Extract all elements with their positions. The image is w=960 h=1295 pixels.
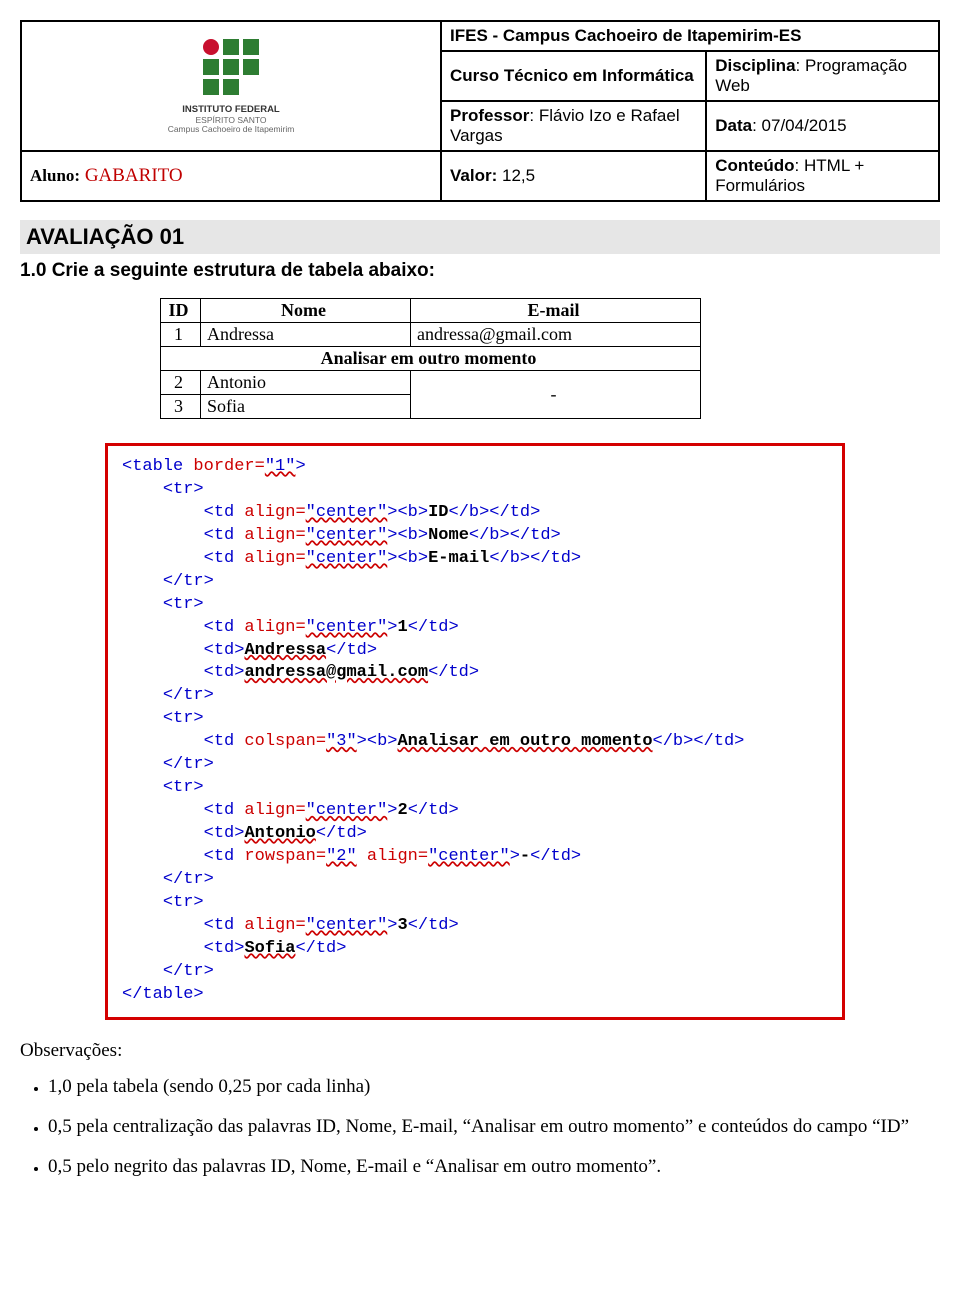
- ifes-logo-icon: [201, 37, 261, 97]
- sample-table: ID Nome E-mail 1 Andressa andressa@gmail…: [160, 298, 701, 419]
- discipline-cell: Disciplina: Programação Web: [706, 51, 939, 101]
- col-nome-header: Nome: [201, 299, 411, 323]
- col-id-header: ID: [161, 299, 201, 323]
- list-item: 0,5 pelo negrito das palavras ID, Nome, …: [48, 1152, 940, 1182]
- answer-code-box: <table border="1"> <tr> <td align="cente…: [105, 443, 845, 1020]
- list-item: 0,5 pela centralização das palavras ID, …: [48, 1112, 940, 1142]
- value-cell: Valor: 12,5: [441, 151, 706, 201]
- logo-caption: INSTITUTO FEDERAL ESPÍRITO SANTO Campus …: [28, 105, 434, 134]
- institution-name: IFES - Campus Cachoeiro de Itapemirim-ES: [441, 21, 939, 51]
- table-cell: Antonio: [201, 371, 411, 395]
- assessment-title: AVALIAÇÃO 01: [20, 220, 940, 254]
- course-cell: Curso Técnico em Informática: [441, 51, 706, 101]
- observations-heading: Observações:: [20, 1040, 940, 1062]
- col-email-header: E-mail: [411, 299, 701, 323]
- date-cell: Data: 07/04/2015: [706, 101, 939, 151]
- table-cell: andressa@gmail.com: [411, 323, 701, 347]
- question-1-prompt: 1.0 Crie a seguinte estrutura de tabela …: [20, 260, 940, 282]
- table-cell: Sofia: [201, 395, 411, 419]
- student-cell: Aluno: GABARITO: [21, 151, 441, 201]
- table-cell: 1: [161, 323, 201, 347]
- list-item: 1,0 pela tabela (sendo 0,25 por cada lin…: [48, 1072, 940, 1102]
- institution-logo: INSTITUTO FEDERAL ESPÍRITO SANTO Campus …: [21, 21, 441, 151]
- professor-cell: Professor: Flávio Izo e Rafael Vargas: [441, 101, 706, 151]
- table-cell: 3: [161, 395, 201, 419]
- observations-list: 1,0 pela tabela (sendo 0,25 por cada lin…: [20, 1072, 940, 1183]
- span-row: Analisar em outro momento: [161, 347, 701, 371]
- content-cell: Conteúdo: HTML + Formulários: [706, 151, 939, 201]
- table-cell: Andressa: [201, 323, 411, 347]
- document-header: INSTITUTO FEDERAL ESPÍRITO SANTO Campus …: [20, 20, 940, 202]
- table-cell: 2: [161, 371, 201, 395]
- table-cell: -: [411, 371, 701, 419]
